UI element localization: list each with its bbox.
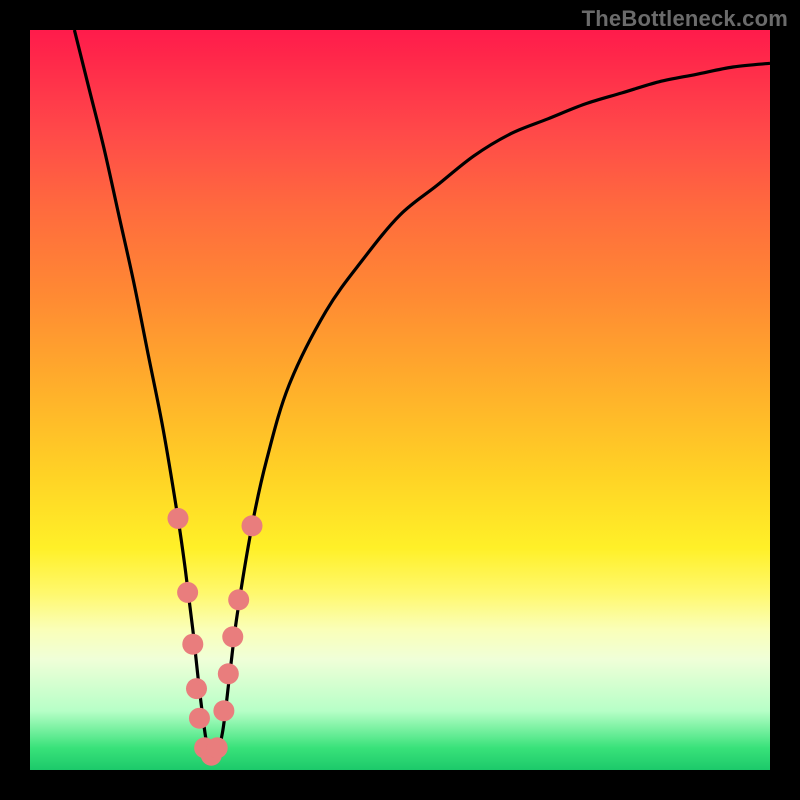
data-marker <box>182 634 203 655</box>
data-marker <box>218 663 239 684</box>
plot-area <box>30 30 770 770</box>
chart-frame: TheBottleneck.com <box>0 0 800 800</box>
data-marker <box>222 626 243 647</box>
data-marker <box>213 700 234 721</box>
data-marker <box>228 589 249 610</box>
curve-line <box>74 30 770 757</box>
data-marker <box>189 708 210 729</box>
watermark-text: TheBottleneck.com <box>582 6 788 32</box>
data-marker <box>177 582 198 603</box>
data-marker <box>186 678 207 699</box>
data-marker <box>207 737 228 758</box>
data-marker <box>242 515 263 536</box>
bottleneck-curve <box>30 30 770 770</box>
data-marker <box>168 508 189 529</box>
